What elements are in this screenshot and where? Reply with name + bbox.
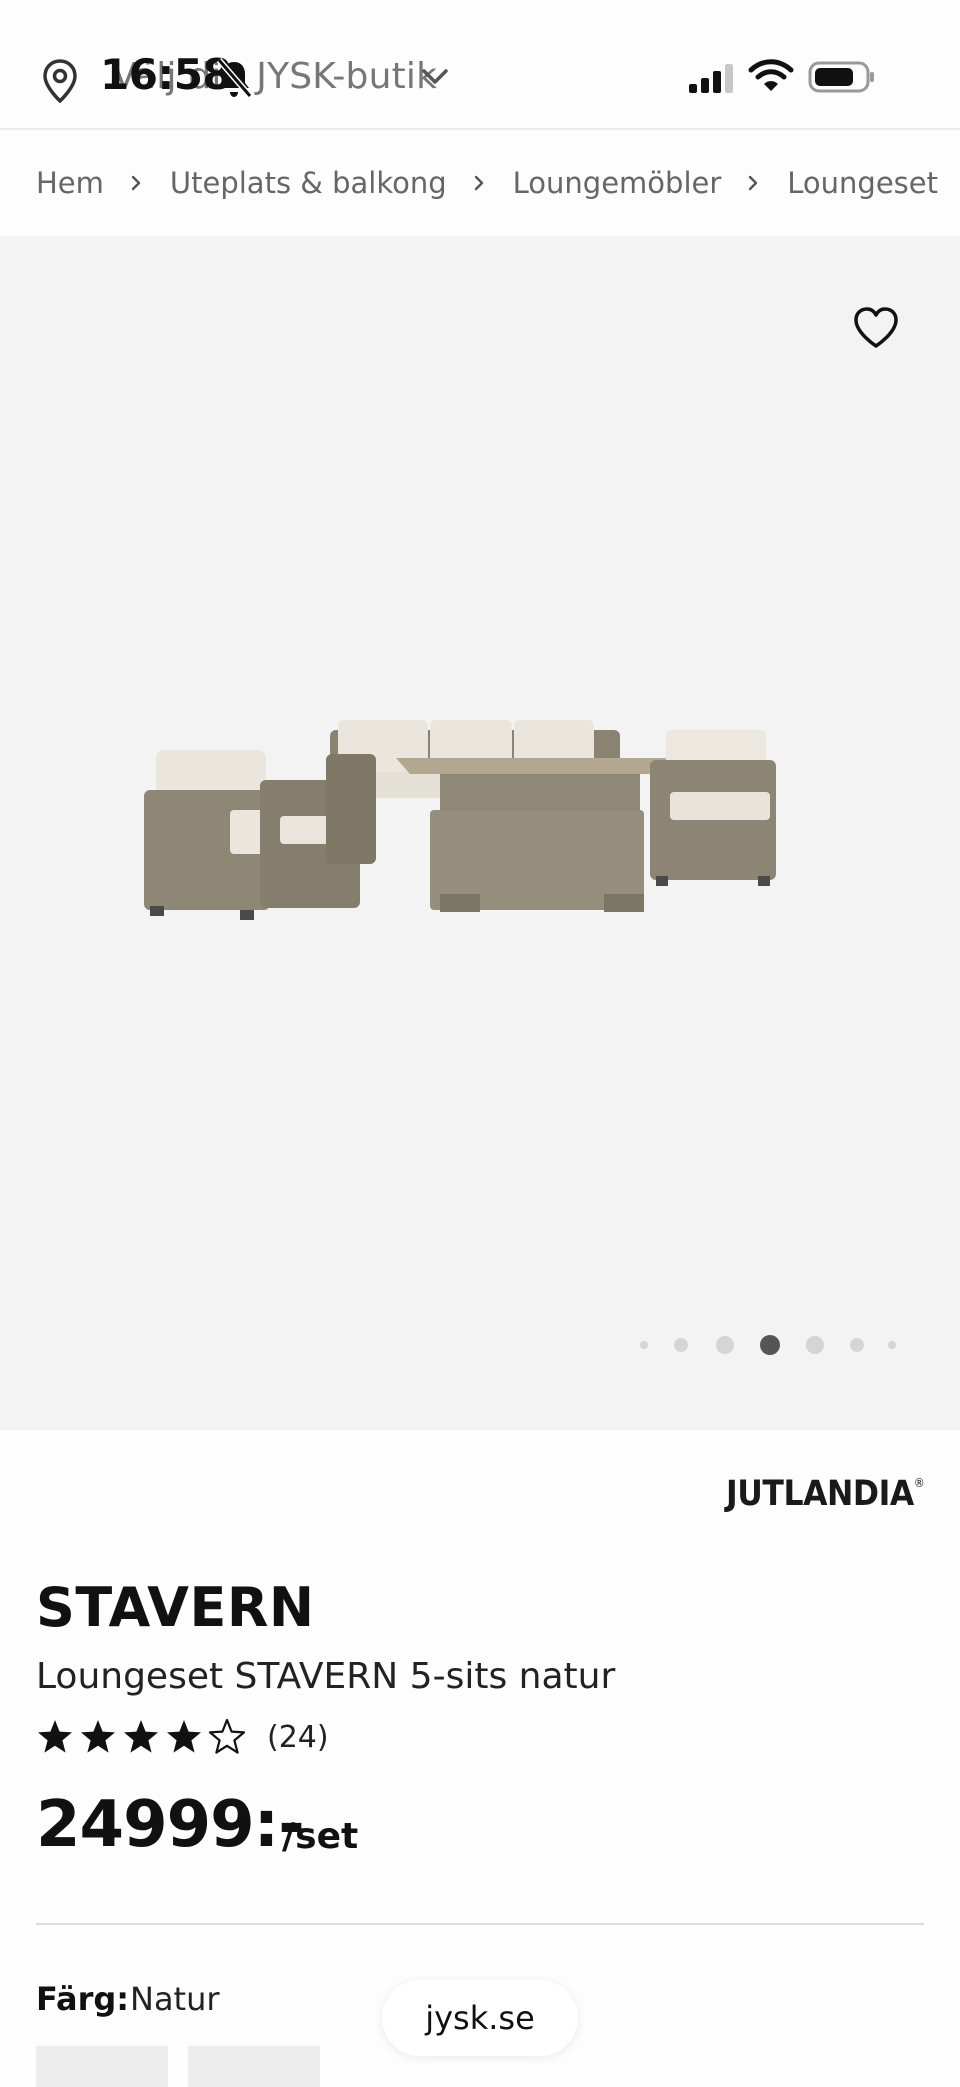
cellular-signal-icon bbox=[689, 64, 733, 93]
breadcrumb-link[interactable]: Hem bbox=[36, 166, 104, 200]
status-time: 16:58 bbox=[100, 50, 232, 99]
pagination-dot[interactable] bbox=[674, 1338, 688, 1352]
chevron-right-icon bbox=[131, 175, 141, 191]
favorite-heart-icon[interactable] bbox=[852, 306, 900, 350]
silent-bell-icon bbox=[216, 58, 253, 98]
star-empty-icon bbox=[208, 1718, 246, 1754]
gallery-pagination[interactable] bbox=[640, 1335, 896, 1355]
rating-stars[interactable]: (24) bbox=[36, 1718, 329, 1756]
breadcrumb-link[interactable]: Loungemöbler bbox=[513, 166, 722, 200]
review-count[interactable]: (24) bbox=[267, 1720, 329, 1755]
color-swatch[interactable] bbox=[188, 2046, 320, 2087]
color-swatch[interactable] bbox=[36, 2046, 168, 2087]
brand-logo[interactable]: JUTLANDIA® bbox=[726, 1474, 925, 1514]
breadcrumb-link[interactable]: Uteplats & balkong bbox=[170, 166, 447, 200]
wifi-icon bbox=[748, 59, 794, 91]
star-filled-icon bbox=[81, 1720, 115, 1753]
price-unit: /set bbox=[282, 1816, 359, 1857]
divider bbox=[36, 1923, 924, 1925]
pagination-dot-active[interactable] bbox=[760, 1335, 780, 1355]
product-image bbox=[144, 720, 776, 920]
product-price: 24999:- bbox=[36, 1788, 305, 1862]
pagination-dot[interactable] bbox=[806, 1336, 824, 1354]
pagination-dot[interactable] bbox=[716, 1336, 734, 1354]
breadcrumb: Hem Uteplats & balkong Loungemöbler Lounges… bbox=[0, 130, 960, 236]
url-text: jysk.se bbox=[425, 1999, 535, 2037]
battery-icon bbox=[808, 61, 874, 93]
breadcrumb-link[interactable]: Loungeset bbox=[787, 166, 938, 200]
star-filled-icon bbox=[167, 1720, 201, 1753]
location-pin-icon[interactable] bbox=[40, 58, 80, 104]
star-filled-icon bbox=[38, 1720, 72, 1753]
chevron-right-icon bbox=[749, 175, 758, 191]
product-description: Loungeset STAVERN 5-sits natur bbox=[36, 1656, 616, 1697]
pagination-dot[interactable] bbox=[640, 1341, 648, 1349]
top-bar: Välj din JYSK-butik 16:58 bbox=[0, 0, 960, 130]
color-label: Färg: bbox=[36, 1980, 130, 2018]
color-value: Natur bbox=[130, 1980, 220, 2018]
chevron-down-icon[interactable] bbox=[420, 66, 450, 88]
breadcrumb-trail: Hem Uteplats & balkong Loungemöbler Lounges… bbox=[36, 166, 960, 200]
product-name: STAVERN bbox=[36, 1576, 315, 1639]
star-filled-icon bbox=[124, 1720, 158, 1753]
chevron-right-icon bbox=[474, 175, 483, 191]
pagination-dot[interactable] bbox=[888, 1341, 896, 1349]
browser-url-bar[interactable]: jysk.se bbox=[382, 1980, 578, 2056]
pagination-dot[interactable] bbox=[850, 1338, 864, 1352]
